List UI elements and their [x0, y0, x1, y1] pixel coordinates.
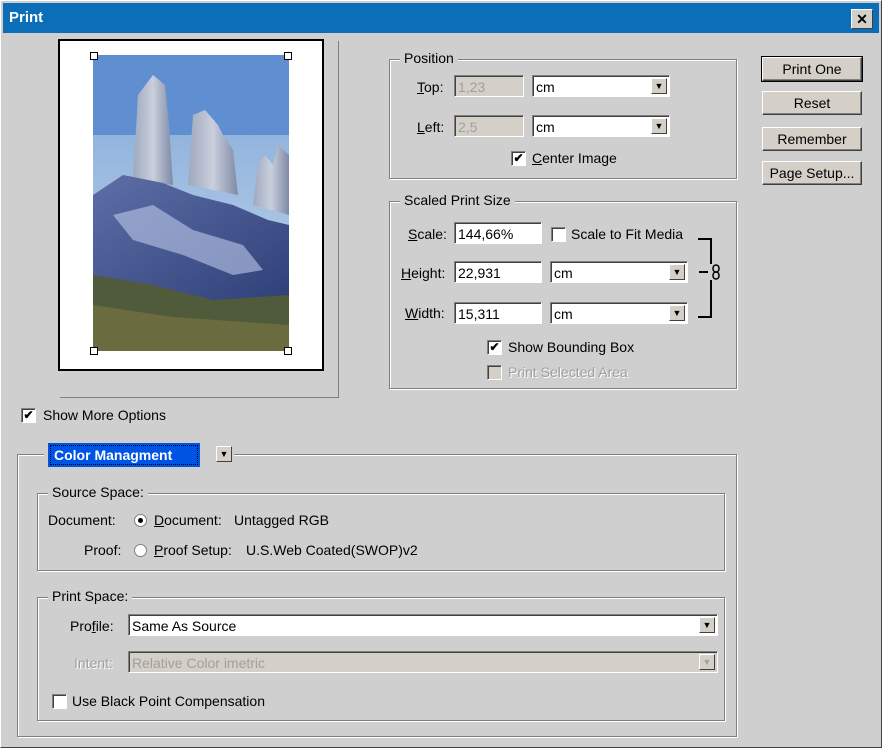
source-space-title: Source Space: [48, 484, 148, 500]
top-unit-select[interactable]: cm ▼ [532, 75, 670, 97]
scaled-print-size-group: Scaled Print Size Scale: 144,66% Scale t… [389, 192, 737, 389]
chevron-down-icon[interactable]: ▼ [669, 305, 685, 321]
print-one-button[interactable]: Print One [761, 56, 863, 82]
chain-link-icon-glyph [712, 264, 720, 280]
title-bar[interactable]: Print ✕ [3, 3, 879, 33]
scaled-print-size-title: Scaled Print Size [400, 192, 515, 208]
width-label: Width: [405, 305, 445, 321]
top-unit-value: cm [536, 79, 555, 95]
top-input[interactable]: 1,23 [454, 75, 524, 97]
reset-button[interactable]: Reset [762, 91, 862, 115]
width-unit-value: cm [554, 306, 573, 322]
show-more-options-label: Show More Options [43, 407, 166, 423]
print-selected-area-checkbox [487, 365, 502, 380]
show-bounding-box-checkbox[interactable]: ✔ [487, 340, 502, 355]
show-bounding-box-label: Show Bounding Box [508, 339, 635, 355]
position-group: Position Top: 1,23 cm ▼ Left: 2,5 cm ▼ ✔… [389, 50, 737, 179]
scale-to-fit-label: Scale to Fit Media [571, 226, 684, 242]
profile-value: Same As Source [132, 618, 237, 634]
preview-page [58, 39, 324, 371]
document-label: Document: [48, 512, 116, 528]
height-label: Height: [401, 265, 446, 281]
page-setup-button[interactable]: Page Setup... [762, 161, 862, 185]
remember-button[interactable]: Remember [762, 127, 862, 151]
width-input[interactable]: 15,311 [454, 302, 542, 324]
intent-value: Relative Color imetric [132, 655, 266, 671]
center-image-label: Center Image [532, 150, 617, 166]
black-point-compensation-label: Use Black Point Compensation [72, 693, 265, 709]
center-image-text: enter Image [542, 150, 617, 166]
height-unit-value: cm [554, 265, 573, 281]
proof-radio[interactable] [134, 544, 147, 557]
document-value: Untagged RGB [234, 512, 329, 528]
black-point-compensation-checkbox[interactable] [52, 694, 67, 709]
left-unit-select[interactable]: cm ▼ [532, 115, 670, 137]
intent-label: Intent: [74, 655, 113, 671]
width-unit-select[interactable]: cm ▼ [550, 302, 688, 324]
scale-to-fit-checkbox[interactable] [551, 227, 566, 242]
mountain-preview-image[interactable] [93, 55, 289, 351]
chevron-down-icon[interactable]: ▼ [651, 78, 667, 94]
print-space-title: Print Space: [48, 588, 133, 604]
document-option-label: Document: [154, 512, 222, 528]
close-icon[interactable]: ✕ [851, 9, 873, 29]
source-space-group: Source Space: Document: Document: Untagg… [37, 484, 725, 571]
chain-link-icon[interactable] [710, 264, 722, 280]
document-radio[interactable] [134, 514, 147, 527]
print-selected-area-label: Print Selected Area [508, 364, 628, 380]
left-label: Left: [417, 119, 445, 135]
profile-label: Profile: [70, 618, 114, 634]
top-label: Top: [417, 79, 444, 95]
show-more-options-checkbox[interactable]: ✔ [21, 408, 36, 423]
chevron-down-icon[interactable]: ▼ [669, 264, 685, 280]
chevron-down-icon[interactable]: ▼ [216, 446, 232, 462]
height-input[interactable]: 22,931 [454, 261, 542, 283]
bounding-box-handle-bl[interactable] [90, 347, 98, 355]
chevron-down-icon: ▼ [699, 654, 715, 670]
chevron-down-icon[interactable]: ▼ [651, 118, 667, 134]
bounding-box-handle-tl[interactable] [90, 52, 98, 60]
scale-input[interactable]: 144,66% [454, 222, 542, 244]
proof-option-label: Proof Setup: [154, 542, 232, 558]
bounding-box-handle-br[interactable] [284, 347, 292, 355]
print-space-group: Print Space: Profile: Same As Source ▼ I… [37, 588, 725, 721]
center-image-checkbox[interactable]: ✔ [511, 151, 526, 166]
color-management-select[interactable]: Color Managment ▼ [44, 443, 234, 467]
proof-value: U.S.Web Coated(SWOP)v2 [246, 542, 418, 558]
print-dialog: Print ✕ Position Top: 1,23 cm ▼ Left: 2,… [0, 0, 882, 748]
intent-select: Relative Color imetric ▼ [128, 651, 718, 673]
profile-select[interactable]: Same As Source ▼ [128, 614, 718, 636]
color-management-value: Color Managment [48, 443, 200, 467]
chevron-down-icon[interactable]: ▼ [699, 617, 715, 633]
proof-label: Proof: [84, 542, 122, 558]
scale-label: Scale: [408, 226, 447, 242]
position-group-title: Position [400, 50, 458, 66]
window-title: Print [9, 9, 44, 26]
link-bracket-stub [699, 271, 708, 273]
height-unit-select[interactable]: cm ▼ [550, 261, 688, 283]
bounding-box-handle-tr[interactable] [284, 52, 292, 60]
left-unit-value: cm [536, 119, 555, 135]
left-input[interactable]: 2,5 [454, 115, 524, 137]
